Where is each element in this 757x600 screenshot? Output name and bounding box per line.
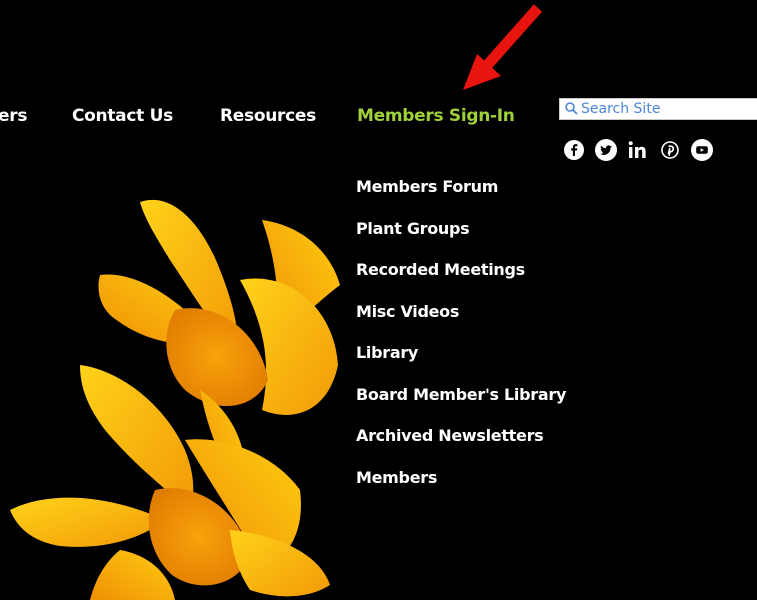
members-dropdown-menu: Members Forum Plant Groups Recorded Meet… (356, 177, 566, 509)
pinterest-icon[interactable] (659, 139, 681, 161)
twitter-icon[interactable] (595, 139, 617, 161)
menu-item-board-members-library[interactable]: Board Member's Library (356, 385, 566, 427)
nav-item-resources[interactable]: Resources (220, 106, 316, 126)
orchid-flower-image (10, 199, 340, 600)
nav-item-contact-us[interactable]: Contact Us (72, 106, 173, 126)
search-icon (564, 100, 578, 119)
menu-item-archived-newsletters[interactable]: Archived Newsletters (356, 426, 566, 468)
menu-item-members-forum[interactable]: Members Forum (356, 177, 566, 219)
nav-item-members-sign-in[interactable]: Members Sign-In (357, 106, 515, 126)
facebook-icon[interactable] (563, 139, 585, 161)
menu-item-members[interactable]: Members (356, 468, 566, 510)
menu-item-library[interactable]: Library (356, 343, 566, 385)
linkedin-icon[interactable] (627, 139, 649, 161)
social-links (563, 139, 713, 161)
menu-item-plant-groups[interactable]: Plant Groups (356, 219, 566, 261)
youtube-icon[interactable] (691, 139, 713, 161)
nav-item-members-partial[interactable]: ers (0, 106, 27, 126)
search-box[interactable] (559, 98, 757, 120)
search-input[interactable] (578, 101, 757, 117)
annotation-arrow (463, 4, 543, 90)
menu-item-misc-videos[interactable]: Misc Videos (356, 302, 566, 344)
menu-item-recorded-meetings[interactable]: Recorded Meetings (356, 260, 566, 302)
